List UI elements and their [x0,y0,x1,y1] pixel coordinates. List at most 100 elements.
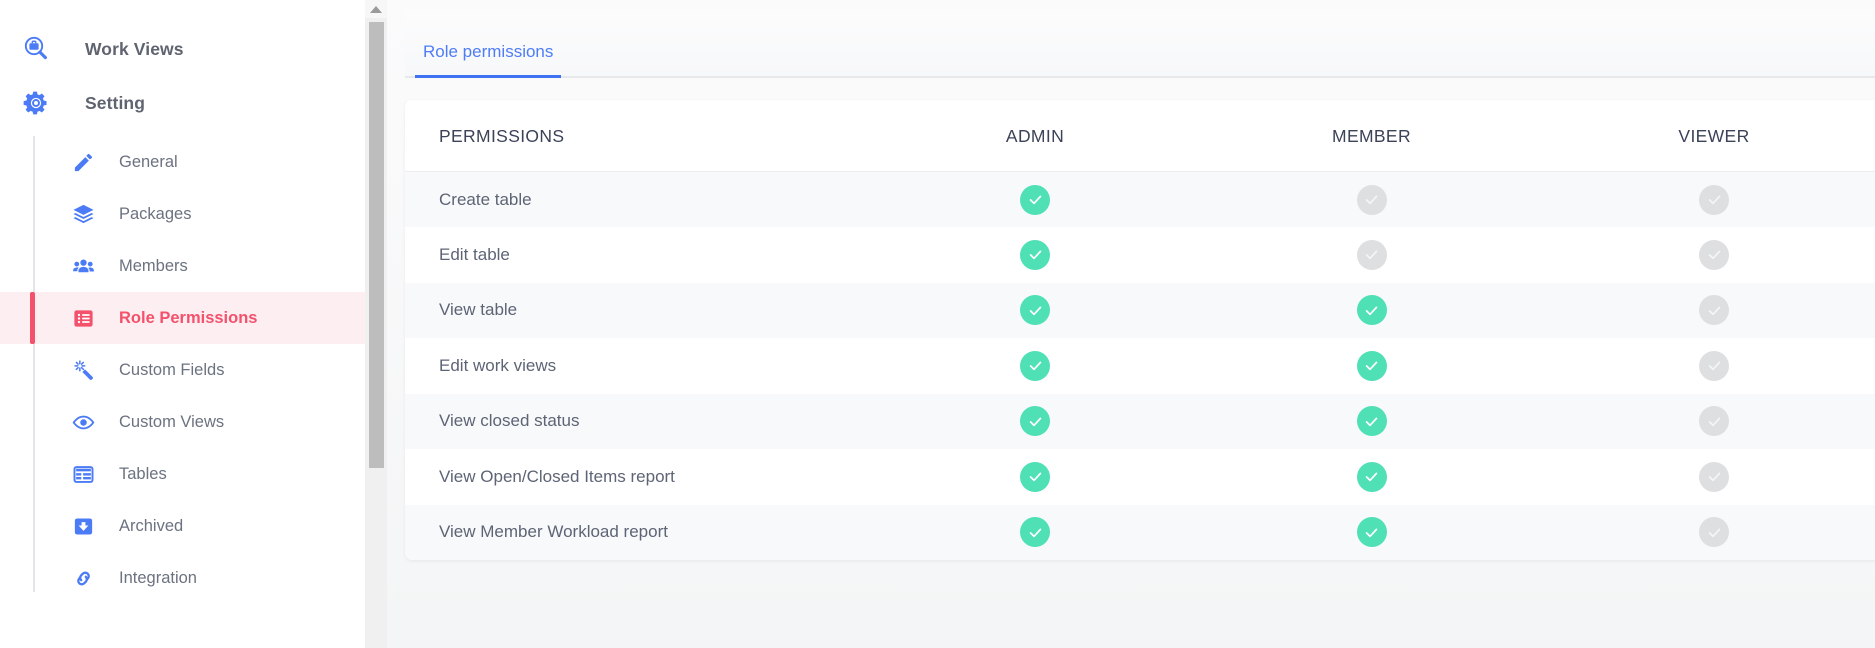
permission-check-member[interactable] [1356,517,1387,548]
column-header-viewer: VIEWER [1544,100,1875,172]
cell-viewer [1544,283,1875,339]
table-body: Create table Edit table View table Edit wor… [405,171,1875,561]
cell-admin [871,449,1199,505]
sidebar-item-tables[interactable]: Tables [0,448,365,500]
cell-member [1199,449,1544,505]
cell-viewer [1544,394,1875,450]
tab-role-permissions[interactable]: Role permissions [415,42,562,78]
sidebar-section-header[interactable]: Work Views [0,22,365,76]
sidebar-item-label: Packages [119,204,192,223]
gear-icon [14,89,58,117]
permission-check-member[interactable] [1356,406,1387,437]
permission-label: Edit work views [439,355,557,375]
magic-wand-icon [72,359,98,382]
cell-viewer [1544,172,1875,228]
cell-admin [871,227,1199,283]
permission-check-admin[interactable] [1020,461,1050,492]
layers-icon [72,203,98,226]
permission-check-admin[interactable] [1020,239,1050,270]
eye-icon [72,411,98,434]
table-row: View Member Workload report [405,504,1875,561]
permission-check-member[interactable] [1356,239,1387,270]
sidebar-item-label: Integration [119,568,197,587]
table-row: View table [405,282,1875,339]
column-header-admin: ADMIN [871,100,1199,172]
permission-check-viewer[interactable] [1699,350,1729,381]
sidebar-item-integration[interactable]: Integration [0,552,365,604]
permission-check-member[interactable] [1356,350,1387,381]
column-header-member: MEMBER [1199,100,1544,172]
cell-member [1199,227,1544,283]
table-row: Edit table [405,227,1875,283]
permission-check-member[interactable] [1356,184,1387,215]
list-icon [72,307,98,330]
column-header-permissions: PERMISSIONS [405,100,871,172]
permission-label: View table [439,300,518,320]
permission-check-admin[interactable] [1020,295,1050,326]
cell-viewer [1544,338,1875,394]
cell-admin [871,338,1199,394]
tab-label: Role permissions [423,42,554,61]
sidebar-item-custom-views[interactable]: Custom Views [0,396,365,448]
sidebar-section-setting[interactable]: Setting General Packages Members Role Pe… [0,76,365,604]
cell-admin [871,394,1199,450]
permission-label: View closed status [439,411,580,431]
permission-check-admin[interactable] [1020,517,1050,548]
permission-check-viewer[interactable] [1699,239,1729,270]
cell-member [1199,283,1544,339]
cell-viewer [1544,505,1875,561]
table-row: View closed status [405,393,1875,450]
permission-check-viewer[interactable] [1699,406,1729,437]
chevron-up-icon[interactable] [365,0,387,18]
permission-check-viewer[interactable] [1699,461,1729,492]
sidebar-item-label: General [119,152,178,171]
permission-check-viewer[interactable] [1699,184,1729,215]
cell-viewer [1544,449,1875,505]
people-icon [72,255,98,278]
sidebar-item-label: Members [119,256,188,275]
permission-check-admin[interactable] [1020,350,1050,381]
sidebar-item-label: Role Permissions [119,308,258,327]
cell-member [1199,505,1544,561]
permission-check-viewer[interactable] [1699,517,1729,548]
sidebar-item-label: Archived [119,516,184,535]
sidebar: Work Views Setting General Packages Memb… [0,0,365,648]
sidebar-item-label: Tables [119,464,167,483]
sidebar-section-label: Work Views [85,38,184,59]
permission-check-admin[interactable] [1020,406,1050,437]
role-permissions-card: PERMISSIONS ADMIN MEMBER VIEWER Create t… [405,100,1875,560]
app-root: Work Views Setting General Packages Memb… [0,0,1875,648]
sidebar-item-role-permissions[interactable]: Role Permissions [0,292,365,344]
permission-label: View Open/Closed Items report [439,466,675,486]
sidebar-section-work-views[interactable]: Work Views [0,22,365,76]
scrollbar-thumb[interactable] [369,22,384,468]
table-icon [72,463,98,486]
permission-label: Edit table [439,244,510,264]
sidebar-item-packages[interactable]: Packages [0,188,365,240]
permission-check-admin[interactable] [1020,184,1050,215]
cell-member [1199,172,1544,228]
cell-member [1199,338,1544,394]
link-icon [72,567,98,590]
pencil-icon [72,151,98,174]
permission-label: Create table [439,189,532,209]
table-row: Create table [405,171,1875,228]
sidebar-section-header[interactable]: Setting [0,76,365,130]
sidebar-item-label: Custom Fields [119,360,225,379]
briefcase-search-icon [14,34,58,64]
permission-label: View Member Workload report [439,522,668,542]
permission-check-viewer[interactable] [1699,295,1729,326]
archive-box-icon [72,515,98,538]
permission-check-member[interactable] [1356,461,1387,492]
sidebar-item-general[interactable]: General [0,136,365,188]
sidebar-section-label: Setting [85,92,146,113]
sidebar-subitems: General Packages Members Role Permission… [0,136,365,604]
sidebar-item-members[interactable]: Members [0,240,365,292]
sidebar-item-label: Custom Views [119,412,225,431]
vertical-scrollbar[interactable] [365,0,387,648]
permission-check-member[interactable] [1356,295,1387,326]
cell-admin [871,283,1199,339]
sidebar-item-custom-fields[interactable]: Custom Fields [0,344,365,396]
role-permissions-table: PERMISSIONS ADMIN MEMBER VIEWER Create t… [405,100,1875,560]
sidebar-item-archived[interactable]: Archived [0,500,365,552]
